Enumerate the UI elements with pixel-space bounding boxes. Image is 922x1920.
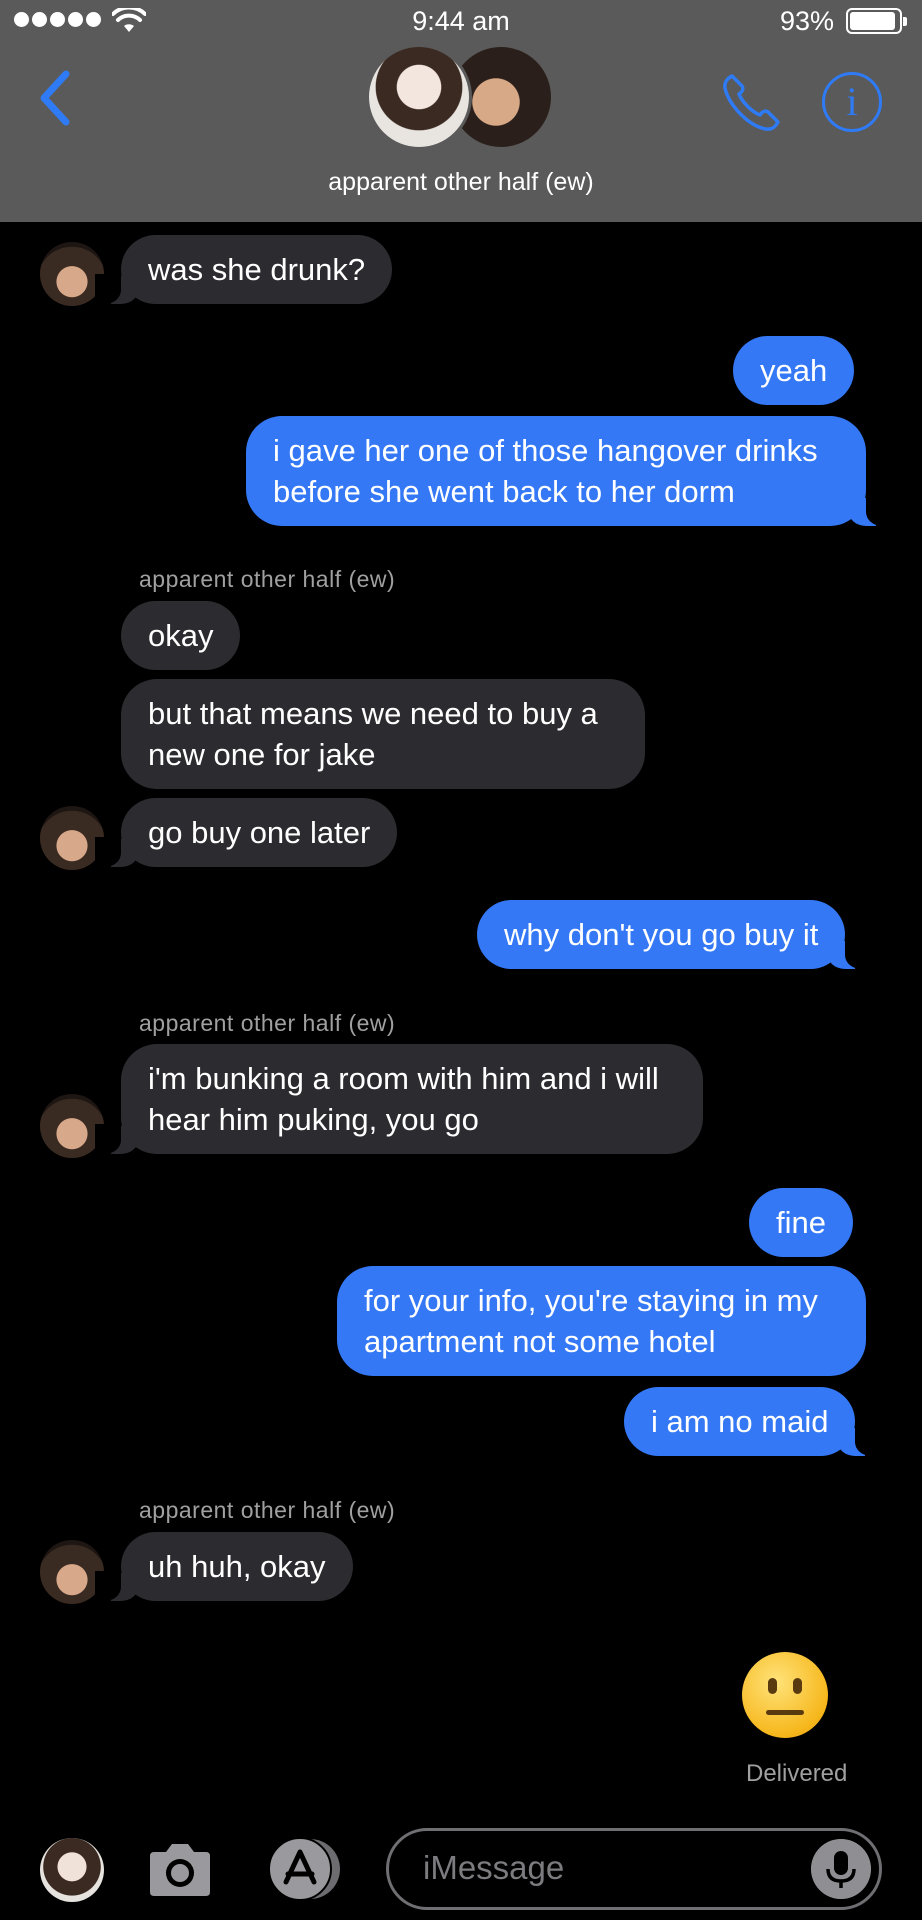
message-text-line: hear him puking, you go (148, 1102, 479, 1137)
incoming-message[interactable]: uh huh, okay (95, 1532, 353, 1601)
message-text: was she drunk? (148, 252, 366, 287)
message-text: yeah (760, 353, 828, 388)
incoming-message[interactable]: go buy one later (94, 798, 398, 867)
emoji-eye (768, 1678, 777, 1694)
message-text-line: apartment not some hotel (364, 1324, 716, 1359)
delivered-status: Delivered (746, 1760, 848, 1787)
outgoing-message[interactable]: yeah (733, 336, 855, 405)
outgoing-message[interactable]: why don't you go buy it (477, 900, 872, 969)
outgoing-message[interactable]: i gave her one of those hangover drinks … (246, 416, 892, 526)
message-text: okay (148, 618, 214, 653)
sender-name-label: apparent other half (ew) (139, 566, 396, 592)
emoji-mouth (766, 1710, 804, 1715)
info-icon[interactable]: i (822, 72, 882, 132)
back-button[interactable] (34, 66, 78, 130)
outgoing-message[interactable]: fine (749, 1188, 853, 1257)
sender-name-label: apparent other half (ew) (139, 1010, 396, 1036)
message-input-placeholder: iMessage (423, 1849, 565, 1886)
phone-icon[interactable] (718, 70, 784, 136)
incoming-message[interactable]: i'm bunking a room with him and i will h… (95, 1044, 703, 1154)
message-text: why don't you go buy it (504, 917, 819, 952)
outgoing-message[interactable]: for your info, you're staying in my apar… (337, 1266, 866, 1376)
message-input[interactable]: iMessage (386, 1828, 882, 1910)
outgoing-message[interactable]: i am no maid (624, 1387, 882, 1456)
battery-icon (846, 8, 907, 34)
message-text-line: but that means we need to buy a (148, 696, 598, 731)
message-text-line: before she went back to her dorm (273, 474, 735, 509)
message-text-line: new one for jake (148, 737, 376, 772)
conversation-header: 9:44 am 93% apparent other half (ew) i (0, 0, 922, 222)
incoming-message[interactable]: okay (121, 601, 241, 670)
message-text: uh huh, okay (148, 1549, 326, 1584)
message-text-line: i'm bunking a room with him and i will (148, 1061, 659, 1096)
incoming-message[interactable]: but that means we need to buy a new one … (121, 679, 645, 789)
contact-avatar-group[interactable] (366, 44, 556, 152)
microphone-icon[interactable] (811, 1839, 871, 1899)
message-text: go buy one later (148, 815, 371, 850)
camera-icon[interactable] (144, 1838, 216, 1902)
message-text-line: for your info, you're staying in my (364, 1283, 818, 1318)
sender-name-label: apparent other half (ew) (139, 1497, 396, 1523)
battery-percentage: 93% (779, 6, 834, 36)
neutral-face-emoji[interactable] (742, 1652, 828, 1738)
memoji-button[interactable] (40, 1838, 104, 1902)
message-text: i am no maid (651, 1404, 829, 1439)
message-text-line: i gave her one of those hangover drinks (273, 433, 818, 468)
message-text: fine (776, 1205, 826, 1240)
contact-name[interactable]: apparent other half (ew) (0, 168, 922, 197)
app-store-icon[interactable] (262, 1836, 346, 1902)
emoji-eye (793, 1678, 802, 1694)
incoming-message[interactable]: was she drunk? (94, 235, 393, 304)
status-bar: 9:44 am 93% (0, 0, 922, 40)
contact-avatar (366, 44, 472, 150)
